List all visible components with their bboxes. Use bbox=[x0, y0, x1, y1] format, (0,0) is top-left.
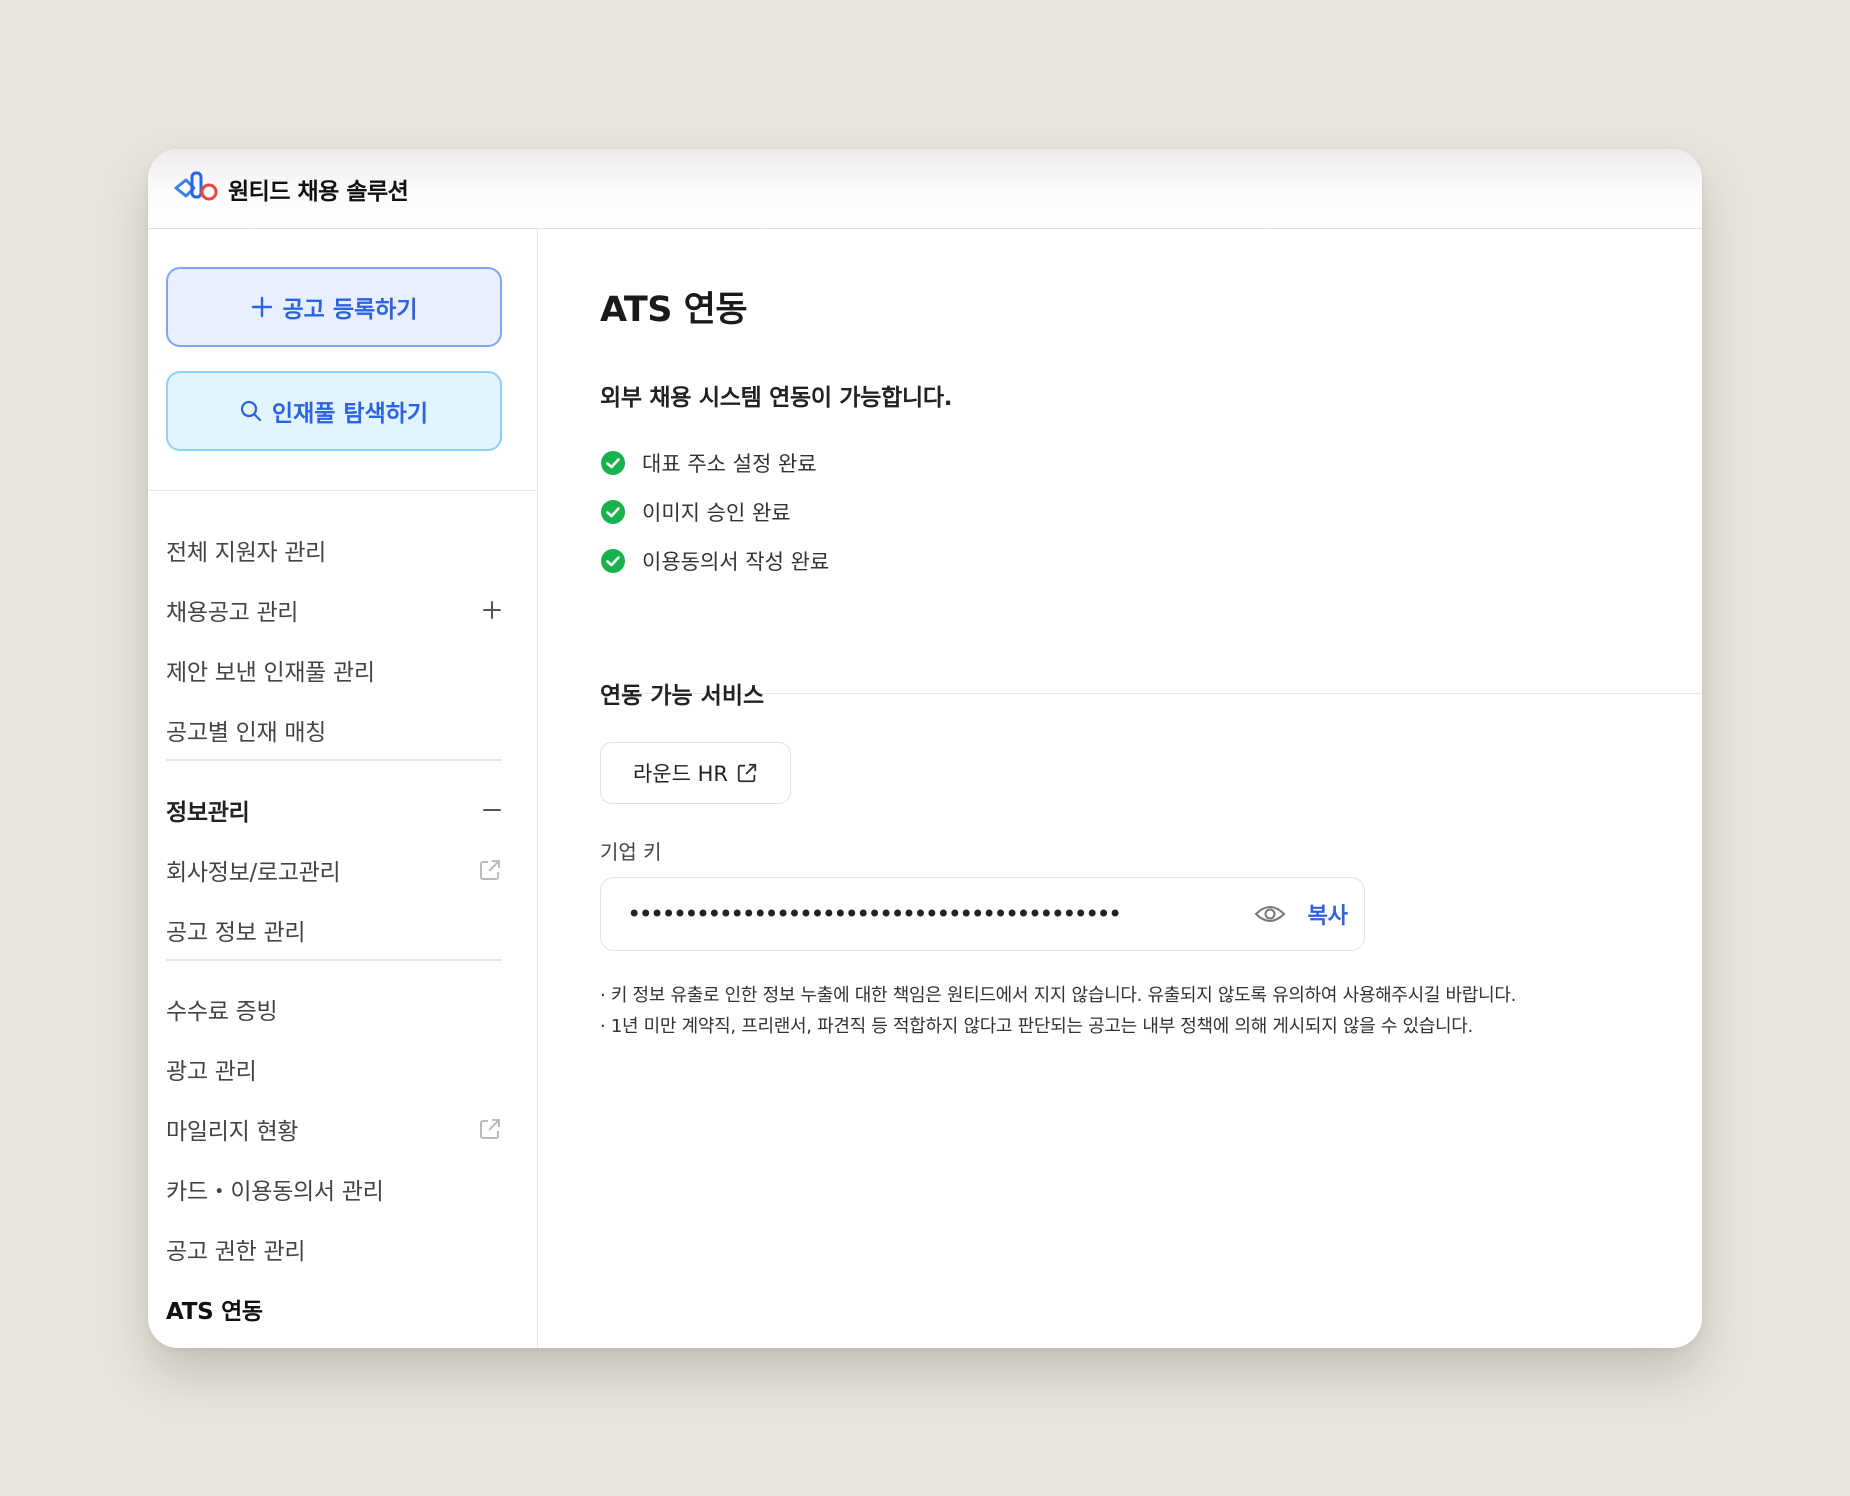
brand-name: 원티드 채용 솔루션 bbox=[228, 178, 409, 205]
sidebar-item-label: 공고 권한 관리 bbox=[166, 1239, 306, 1265]
nav-group-billing: 수수료 증빙 광고 관리 마일리지 현황 카드・이용동의서 관리 공고 권한 관… bbox=[166, 979, 502, 1339]
app-window: 원티드 채용 솔루션 공고 등록하기 인재풀 탐색하기 전체 지원자 관리 채용… bbox=[148, 149, 1702, 1348]
check-circle-icon bbox=[601, 450, 625, 475]
service-section-title: 연동 가능 서비스 bbox=[600, 683, 765, 709]
sidebar-item-label: 공고 정보 관리 bbox=[166, 920, 306, 946]
search-talent-label: 인재풀 탐색하기 bbox=[271, 401, 429, 427]
sidebar-item-info-management[interactable]: 정보관리 bbox=[166, 780, 502, 840]
check-item: 이용동의서 작성 완료 bbox=[600, 536, 829, 585]
sidebar-item-card-consent[interactable]: 카드・이용동의서 관리 bbox=[166, 1159, 502, 1219]
company-key-input[interactable] bbox=[625, 899, 1229, 929]
company-key-label: 기업 키 bbox=[600, 840, 662, 864]
round-hr-button[interactable]: 라운드 HR bbox=[600, 742, 791, 804]
sidebar-item-label: 제안 보낸 인재풀 관리 bbox=[166, 660, 375, 686]
check-item: 대표 주소 설정 완료 bbox=[600, 438, 829, 487]
sidebar: 공고 등록하기 인재풀 탐색하기 전체 지원자 관리 채용공고 관리 제안 보낸… bbox=[148, 229, 538, 1348]
checklist: 대표 주소 설정 완료 이미지 승인 완료 이용동의서 작성 완료 bbox=[600, 438, 829, 585]
external-link-icon bbox=[737, 763, 757, 783]
sidebar-item-matching[interactable]: 공고별 인재 매칭 bbox=[166, 700, 502, 760]
check-circle-icon bbox=[601, 548, 625, 573]
sidebar-item-company-info[interactable]: 회사정보/로고관리 bbox=[166, 840, 502, 900]
sidebar-divider bbox=[166, 759, 502, 761]
search-icon bbox=[240, 400, 262, 422]
check-item-label: 이용동의서 작성 완료 bbox=[642, 549, 830, 574]
section-divider bbox=[600, 693, 1702, 694]
top-bar: 원티드 채용 솔루션 bbox=[148, 149, 1702, 229]
post-job-label: 공고 등록하기 bbox=[282, 297, 418, 323]
collapse-minus-icon[interactable] bbox=[482, 800, 502, 820]
external-link-icon bbox=[478, 858, 502, 882]
sidebar-item-label: 마일리지 현황 bbox=[166, 1119, 299, 1145]
page-subtitle: 외부 채용 시스템 연동이 가능합니다. bbox=[600, 385, 953, 411]
note-line: · 키 정보 유출로 인한 정보 누출에 대한 책임은 원티드에서 지지 않습니… bbox=[600, 985, 1517, 1006]
copy-button[interactable]: 복사 bbox=[1308, 898, 1348, 930]
wanted-logo-icon bbox=[174, 170, 222, 208]
check-item-label: 이미지 승인 완료 bbox=[642, 500, 791, 525]
expand-plus-icon[interactable] bbox=[482, 600, 502, 620]
nav-group-info: 정보관리 회사정보/로고관리 공고 정보 관리 bbox=[166, 780, 502, 960]
search-talent-button[interactable]: 인재풀 탐색하기 bbox=[166, 371, 502, 451]
sidebar-item-label: 공고별 인재 매칭 bbox=[166, 720, 327, 746]
sidebar-divider bbox=[166, 959, 502, 961]
main-content: ATS 연동 외부 채용 시스템 연동이 가능합니다. 대표 주소 설정 완료 … bbox=[538, 229, 1702, 1348]
page-title: ATS 연동 bbox=[600, 290, 748, 330]
nav-group-applicants: 전체 지원자 관리 채용공고 관리 제안 보낸 인재풀 관리 공고별 인재 매칭 bbox=[166, 520, 502, 760]
sidebar-item-mileage[interactable]: 마일리지 현황 bbox=[166, 1099, 502, 1159]
company-key-field: 복사 bbox=[600, 877, 1365, 951]
sidebar-item-fee-proof[interactable]: 수수료 증빙 bbox=[166, 979, 502, 1039]
sidebar-item-label: 전체 지원자 관리 bbox=[166, 540, 327, 566]
sidebar-item-job-posts[interactable]: 채용공고 관리 bbox=[166, 580, 502, 640]
sidebar-item-label: 채용공고 관리 bbox=[166, 600, 299, 626]
sidebar-item-sent-proposals[interactable]: 제안 보낸 인재풀 관리 bbox=[166, 640, 502, 700]
note-line: · 1년 미만 계약직, 프리랜서, 파견직 등 적합하지 않다고 판단되는 공… bbox=[600, 1016, 1473, 1037]
sidebar-item-post-info[interactable]: 공고 정보 관리 bbox=[166, 900, 502, 960]
eye-icon[interactable] bbox=[1254, 902, 1286, 930]
sidebar-item-all-applicants[interactable]: 전체 지원자 관리 bbox=[166, 520, 502, 580]
sidebar-item-label: 수수료 증빙 bbox=[166, 999, 278, 1025]
check-item: 이미지 승인 완료 bbox=[600, 487, 829, 536]
sidebar-item-ads[interactable]: 광고 관리 bbox=[166, 1039, 502, 1099]
post-job-button[interactable]: 공고 등록하기 bbox=[166, 267, 502, 347]
sidebar-item-post-permission[interactable]: 공고 권한 관리 bbox=[166, 1219, 502, 1279]
sidebar-divider bbox=[148, 490, 537, 491]
sidebar-item-label: ATS 연동 bbox=[166, 1299, 263, 1325]
check-circle-icon bbox=[601, 499, 625, 524]
sidebar-item-label: 정보관리 bbox=[166, 800, 250, 826]
round-hr-label: 라운드 HR bbox=[632, 762, 729, 786]
sidebar-item-ats[interactable]: ATS 연동 bbox=[166, 1279, 502, 1339]
sidebar-item-label: 광고 관리 bbox=[166, 1059, 257, 1085]
sidebar-item-label: 회사정보/로고관리 bbox=[166, 860, 341, 886]
plus-icon bbox=[251, 296, 273, 318]
logo[interactable]: 원티드 채용 솔루션 bbox=[174, 170, 409, 208]
sidebar-item-label: 카드・이용동의서 관리 bbox=[166, 1179, 384, 1205]
notes: · 키 정보 유출로 인한 정보 누출에 대한 책임은 원티드에서 지지 않습니… bbox=[600, 981, 1516, 1043]
check-item-label: 대표 주소 설정 완료 bbox=[642, 451, 817, 476]
external-link-icon bbox=[478, 1117, 502, 1141]
